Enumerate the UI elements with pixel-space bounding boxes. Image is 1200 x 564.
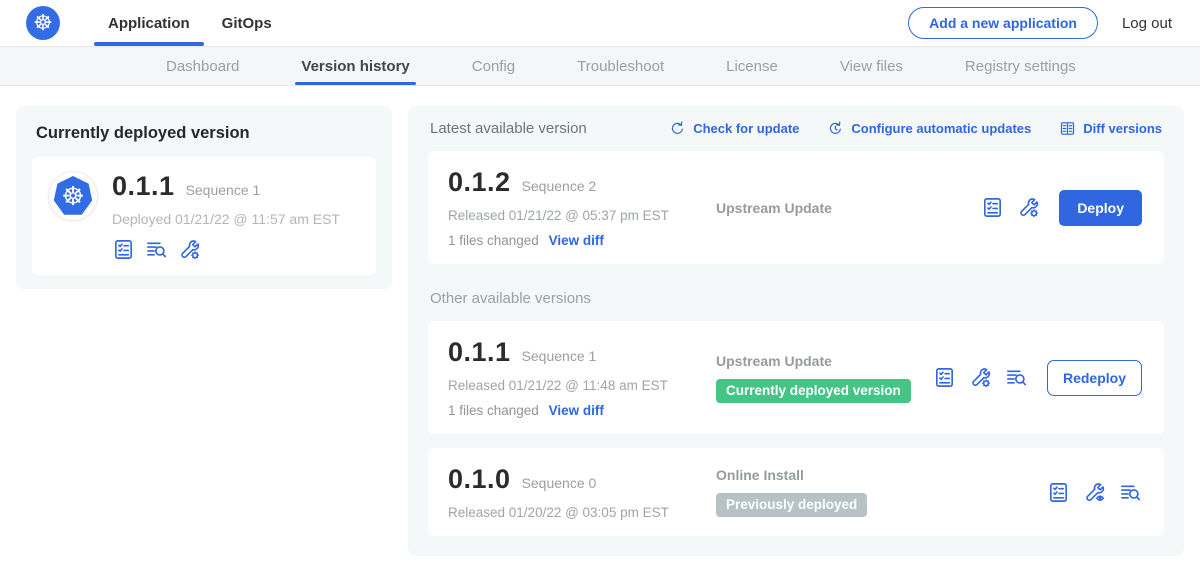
subnav-item-dashboard[interactable]: Dashboard bbox=[160, 47, 245, 85]
subnav-item-view-files[interactable]: View files bbox=[834, 47, 909, 85]
deployed-version-number: 0.1.1 bbox=[112, 171, 175, 202]
version-source-label: Upstream Update bbox=[716, 353, 933, 369]
subnav-item-registry-settings[interactable]: Registry settings bbox=[959, 47, 1082, 85]
subnav-item-troubleshoot[interactable]: Troubleshoot bbox=[571, 47, 670, 85]
files-changed-label: 1 files changed bbox=[448, 403, 539, 418]
diff-versions-label: Diff versions bbox=[1083, 121, 1162, 136]
tab-application[interactable]: Application bbox=[92, 0, 206, 46]
files-changed-label: 1 files changed bbox=[448, 233, 539, 248]
top-tabs: Application GitOps bbox=[92, 0, 288, 46]
version-number: 0.1.2 bbox=[448, 167, 511, 198]
add-new-application-button[interactable]: Add a new application bbox=[908, 7, 1098, 39]
topbar-right: Add a new application Log out bbox=[908, 7, 1200, 39]
version-card-0-1-0: 0.1.0 Sequence 0 Released 01/20/22 @ 03:… bbox=[428, 448, 1164, 536]
deploy-button[interactable]: Deploy bbox=[1059, 190, 1142, 226]
app-subnav: Dashboard Version history Config Trouble… bbox=[0, 46, 1200, 86]
deployed-timestamp: Deployed 01/21/22 @ 11:57 am EST bbox=[112, 211, 340, 227]
preflight-checks-icon[interactable] bbox=[981, 196, 1004, 219]
config-wrench-gear-icon[interactable] bbox=[1017, 196, 1040, 219]
config-wrench-gear-icon[interactable] bbox=[178, 238, 201, 261]
currently-deployed-badge: Currently deployed version bbox=[716, 379, 911, 403]
currently-deployed-title: Currently deployed version bbox=[36, 124, 376, 143]
version-number: 0.1.1 bbox=[448, 337, 511, 368]
currently-deployed-card: ☸ 0.1.1 Sequence 1 Deployed 01/21/22 @ 1… bbox=[32, 157, 376, 275]
check-for-update-link[interactable]: Check for update bbox=[669, 120, 799, 137]
tab-application-label: Application bbox=[108, 15, 190, 32]
check-for-update-label: Check for update bbox=[693, 121, 799, 136]
deploy-logs-icon[interactable] bbox=[1005, 366, 1028, 389]
top-navigation-bar: ☸ Application GitOps Add a new applicati… bbox=[0, 0, 1200, 46]
app-icon-ring: ☸ bbox=[48, 171, 98, 221]
version-source-label: Online Install bbox=[716, 467, 1047, 483]
diff-versions-icon bbox=[1059, 120, 1076, 137]
available-versions-panel: Latest available version Check for updat… bbox=[408, 106, 1184, 556]
version-actions: Check for update Configure automatic upd… bbox=[669, 120, 1162, 137]
kubernetes-logo-icon: ☸ bbox=[26, 6, 60, 40]
sequence-label: Sequence 2 bbox=[522, 178, 597, 194]
sequence-label: Sequence 1 bbox=[522, 348, 597, 364]
latest-available-title: Latest available version bbox=[430, 120, 587, 137]
version-history-page: Currently deployed version ☸ 0.1.1 Seque… bbox=[0, 86, 1200, 556]
currently-deployed-panel: Currently deployed version ☸ 0.1.1 Seque… bbox=[16, 106, 392, 289]
view-diff-link[interactable]: View diff bbox=[549, 233, 604, 248]
configure-automatic-updates-link[interactable]: Configure automatic updates bbox=[827, 120, 1031, 137]
kubernetes-app-icon: ☸ bbox=[53, 176, 93, 216]
released-timestamp: Released 01/21/22 @ 05:37 pm EST bbox=[448, 208, 698, 223]
log-out-button[interactable]: Log out bbox=[1122, 15, 1172, 32]
version-card-0-1-2: 0.1.2 Sequence 2 Released 01/21/22 @ 05:… bbox=[428, 151, 1164, 264]
deploy-logs-icon[interactable] bbox=[145, 238, 168, 261]
redeploy-button[interactable]: Redeploy bbox=[1047, 360, 1142, 396]
deployed-sequence-label: Sequence 1 bbox=[186, 182, 261, 198]
sequence-label: Sequence 0 bbox=[522, 475, 597, 491]
preflight-checks-icon[interactable] bbox=[1047, 481, 1070, 504]
previously-deployed-badge: Previously deployed bbox=[716, 493, 867, 517]
diff-versions-link[interactable]: Diff versions bbox=[1059, 120, 1162, 137]
view-diff-link[interactable]: View diff bbox=[549, 403, 604, 418]
refresh-icon bbox=[669, 120, 686, 137]
released-timestamp: Released 01/21/22 @ 11:48 am EST bbox=[448, 378, 698, 393]
version-source-label: Upstream Update bbox=[716, 200, 981, 216]
tab-gitops-label: GitOps bbox=[222, 15, 272, 32]
subnav-item-version-history[interactable]: Version history bbox=[295, 47, 415, 85]
preflight-checks-icon[interactable] bbox=[112, 238, 135, 261]
tab-gitops[interactable]: GitOps bbox=[206, 0, 288, 46]
config-wrench-eye-icon[interactable] bbox=[1083, 481, 1106, 504]
config-wrench-gear-icon[interactable] bbox=[969, 366, 992, 389]
preflight-checks-icon[interactable] bbox=[933, 366, 956, 389]
deploy-logs-icon[interactable] bbox=[1119, 481, 1142, 504]
subnav-item-license[interactable]: License bbox=[720, 47, 784, 85]
subnav-item-config[interactable]: Config bbox=[466, 47, 521, 85]
version-card-0-1-1: 0.1.1 Sequence 1 Released 01/21/22 @ 11:… bbox=[428, 321, 1164, 434]
other-available-versions-title: Other available versions bbox=[430, 290, 1164, 307]
configure-automatic-updates-label: Configure automatic updates bbox=[851, 121, 1031, 136]
update-schedule-icon bbox=[827, 120, 844, 137]
released-timestamp: Released 01/20/22 @ 03:05 pm EST bbox=[448, 505, 698, 520]
version-number: 0.1.0 bbox=[448, 464, 511, 495]
